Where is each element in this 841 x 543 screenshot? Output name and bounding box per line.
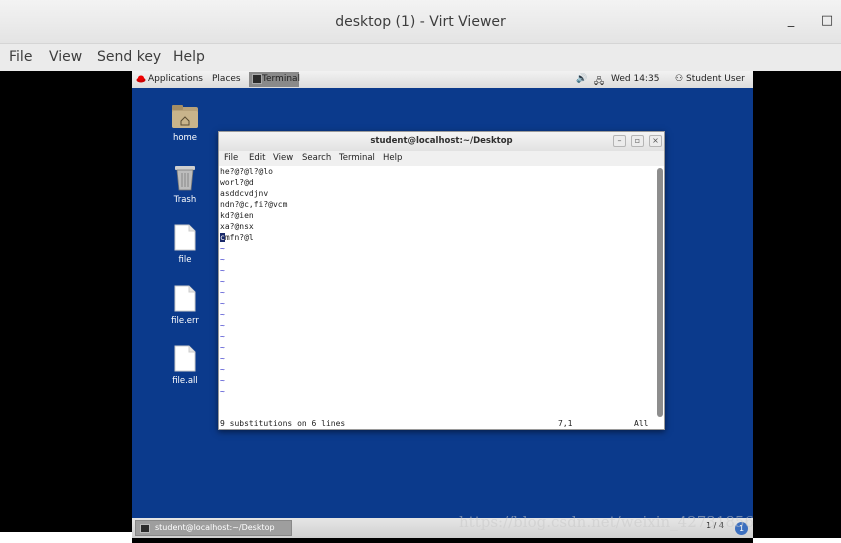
network-icon[interactable]: 🖧	[594, 74, 604, 90]
menu-send-key[interactable]: Send key	[97, 49, 161, 65]
host-corner	[753, 538, 841, 543]
terminal-line: kd?@ien	[220, 211, 254, 220]
terminal-menu-help[interactable]: Help	[383, 153, 402, 163]
redhat-icon	[136, 75, 146, 83]
file-icon	[174, 285, 196, 312]
desktop-icon-home[interactable]: home	[155, 103, 215, 143]
terminal-line: worl?@d	[220, 178, 254, 187]
empty-line-marker: ~	[220, 244, 225, 253]
window-titlebar: desktop (1) - Virt Viewer _ □	[0, 0, 841, 44]
terminal-buffer[interactable]: he?@?@l?@lo worl?@d asddcvdjnv ndn?@c,fi…	[219, 166, 656, 418]
menu-view[interactable]: View	[49, 49, 82, 65]
cursor-position: 7,1	[558, 419, 573, 428]
terminal-minimize-button[interactable]: –	[613, 135, 626, 147]
terminal-menu-terminal[interactable]: Terminal	[339, 153, 375, 163]
empty-line-marker: ~	[220, 255, 225, 264]
menubar: File View Send key Help	[0, 44, 841, 71]
terminal-scrollbar[interactable]	[657, 168, 663, 417]
volume-icon[interactable]: 🔊	[576, 74, 587, 84]
terminal-app-indicator[interactable]: Terminal	[249, 72, 301, 87]
home-folder-icon	[172, 105, 198, 128]
terminal-cursor-line: cmfn?@l	[220, 232, 656, 243]
terminal-title: student@localhost:~/Desktop	[219, 132, 664, 151]
menu-help[interactable]: Help	[173, 49, 205, 65]
desktop-icon-label: file.err	[171, 316, 199, 326]
applications-menu[interactable]: Applications	[148, 74, 203, 84]
terminal-menu-search[interactable]: Search	[302, 153, 331, 163]
empty-line-marker: ~	[220, 343, 225, 352]
empty-line-marker: ~	[220, 365, 225, 374]
desktop-icon-file-err[interactable]: file.err	[155, 285, 215, 326]
terminal-line: ndn?@c,fi?@vcm	[220, 200, 288, 209]
trash-icon	[175, 166, 195, 191]
user-icon: ⚇	[675, 74, 684, 84]
menu-file[interactable]: File	[9, 49, 32, 65]
terminal-icon	[252, 74, 262, 84]
user-menu[interactable]: Student User	[686, 74, 745, 84]
empty-line-marker: ~	[220, 332, 225, 341]
terminal-line: asddcvdjnv	[220, 189, 269, 198]
desktop-icon-file-all[interactable]: file.all	[155, 345, 215, 386]
desktop-icon-trash[interactable]: Trash	[155, 163, 215, 205]
terminal-icon	[140, 524, 150, 533]
status-message: 9 substitutions on 6 lines	[220, 419, 346, 428]
empty-line-marker: ~	[220, 277, 225, 286]
empty-line-marker: ~	[220, 387, 225, 396]
desktop-icon-label: file	[178, 255, 192, 265]
empty-line-marker: ~	[220, 266, 225, 275]
desktop-icon-label: Trash	[173, 195, 197, 205]
taskbar-item-label: student@localhost:~/Desktop	[155, 523, 275, 532]
desktop-icon-file[interactable]: file	[155, 224, 215, 265]
empty-line-marker: ~	[220, 288, 225, 297]
empty-line-marker: ~	[220, 310, 225, 319]
vim-status-line: 9 substitutions on 6 lines 7,1 All	[220, 419, 657, 430]
empty-line-marker: ~	[220, 354, 225, 363]
terminal-line: he?@?@l?@lo	[220, 167, 273, 176]
terminal-menubar: File Edit View Search Terminal Help	[219, 151, 664, 166]
minimize-button[interactable]: _	[782, 12, 800, 30]
file-icon	[174, 345, 196, 372]
guest-display[interactable]: Applications Places Terminal 🔊 🖧 Wed 14:…	[132, 71, 753, 538]
file-icon	[174, 224, 196, 251]
terminal-maximize-button[interactable]: ▫	[631, 135, 644, 147]
empty-line-marker: ~	[220, 321, 225, 330]
terminal-line-rest: mfn?@l	[224, 233, 254, 242]
empty-line-marker: ~	[220, 299, 225, 308]
terminal-menu-view[interactable]: View	[273, 153, 293, 163]
terminal-line: xa?@nsx	[220, 222, 254, 231]
guest-top-panel: Applications Places Terminal 🔊 🖧 Wed 14:…	[132, 71, 753, 88]
desktop-icon-label: home	[172, 133, 198, 143]
taskbar-item-terminal[interactable]: student@localhost:~/Desktop	[135, 520, 292, 536]
places-menu[interactable]: Places	[212, 74, 241, 84]
terminal-close-button[interactable]: ×	[649, 135, 662, 147]
terminal-menu-edit[interactable]: Edit	[249, 153, 265, 163]
empty-line-marker: ~	[220, 376, 225, 385]
maximize-button[interactable]: □	[818, 12, 836, 30]
terminal-menu-file[interactable]: File	[224, 153, 238, 163]
clock[interactable]: Wed 14:35	[611, 74, 659, 84]
window-title: desktop (1) - Virt Viewer	[335, 14, 506, 30]
host-corner	[0, 532, 132, 543]
watermark: https://blog.csdn.net/weixin_42731856	[459, 513, 755, 531]
terminal-app-label: Terminal	[262, 74, 301, 84]
terminal-window[interactable]: student@localhost:~/Desktop – ▫ × File E…	[218, 131, 665, 430]
desktop-icon-label: file.all	[172, 376, 198, 386]
scroll-position: All	[634, 419, 649, 428]
